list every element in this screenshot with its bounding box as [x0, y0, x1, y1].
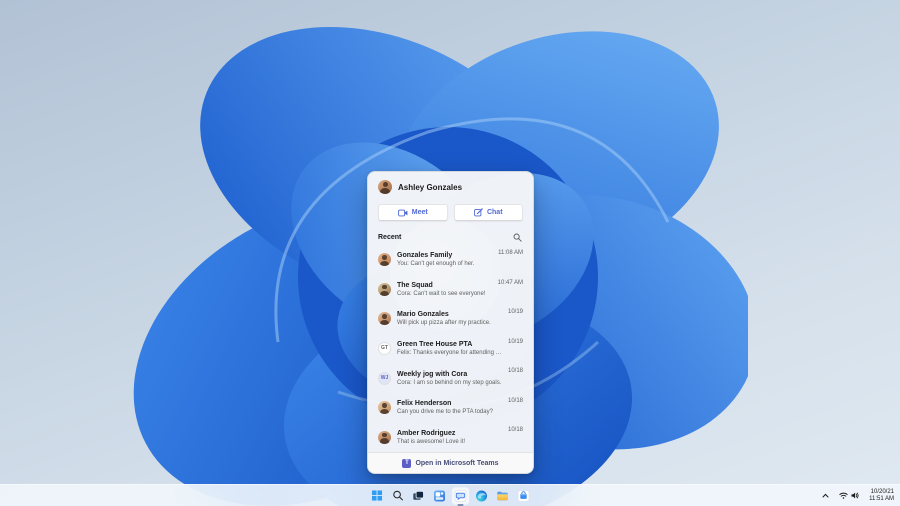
- wifi-icon: [839, 492, 848, 499]
- conversation-preview: That is awesome! Love it!: [397, 438, 466, 445]
- conversation-name: Weekly jog with Cora: [397, 370, 468, 378]
- meet-button[interactable]: Meet: [378, 204, 448, 221]
- avatar: [378, 401, 391, 415]
- conversation-preview: Cora: I am so behind on my step goals.: [397, 379, 502, 386]
- avatar: [378, 312, 391, 326]
- conversation-time: 10/19: [507, 338, 523, 345]
- conversation-the-squad[interactable]: The Squad Cora: Can't wait to see everyo…: [368, 275, 533, 305]
- conversation-time: 10/18: [507, 368, 523, 375]
- search-button[interactable]: [512, 232, 523, 243]
- recent-label: Recent: [378, 234, 402, 241]
- recent-header: Recent: [368, 229, 533, 245]
- conversation-time: 10/19: [507, 309, 523, 316]
- volume-icon: [851, 492, 859, 499]
- task-view-icon: [413, 490, 424, 500]
- conversation-time: 10/18: [507, 427, 523, 434]
- avatar-initials: GT: [381, 345, 388, 352]
- action-buttons: Meet Chat: [368, 199, 533, 229]
- camera-icon: [397, 209, 408, 216]
- chevron-up-icon: [822, 493, 829, 498]
- conversation-time: 10:47 AM: [497, 279, 523, 286]
- active-app-indicator: [457, 503, 464, 506]
- open-in-teams-label: Open in Microsoft Teams: [415, 459, 499, 467]
- user-name: Ashley Gonzales: [398, 182, 463, 192]
- teams-chat-button[interactable]: [451, 486, 470, 506]
- store-button[interactable]: [515, 487, 533, 505]
- search-icon: [392, 490, 403, 501]
- conversation-preview: Will pick up pizza after my practice.: [397, 320, 491, 327]
- file-explorer-button[interactable]: [494, 487, 512, 505]
- conversation-preview: Cora: Can't wait to see everyone!: [397, 290, 486, 297]
- conversation-felix-henderson[interactable]: Felix Henderson Can you drive me to the …: [368, 393, 533, 423]
- store-icon: [517, 489, 530, 502]
- open-in-teams-button[interactable]: T Open in Microsoft Teams: [368, 452, 533, 473]
- tray-date: 10/20/21: [870, 488, 894, 495]
- conversation-amber-rodriguez[interactable]: Amber Rodriguez That is awesome! Love it…: [368, 422, 533, 452]
- avatar: [378, 282, 391, 296]
- conversation-name: Green Tree House PTA: [397, 341, 473, 349]
- system-tray: 10/20/21 11:51 AM: [819, 485, 897, 506]
- conversation-name: Felix Henderson: [397, 400, 452, 408]
- start-button[interactable]: [368, 487, 386, 505]
- task-view-button[interactable]: [410, 487, 428, 505]
- tray-time: 11:51 AM: [869, 495, 894, 502]
- widgets-button[interactable]: [431, 487, 449, 505]
- taskbar-center-icons: [368, 485, 533, 506]
- teams-chat-flyout: Ashley Gonzales Meet Chat Recent Gonzale…: [367, 171, 534, 474]
- chat-button[interactable]: Chat: [453, 204, 523, 221]
- conversation-preview: Felix: Thanks everyone for attending tod…: [397, 350, 502, 357]
- chat-button-label: Chat: [486, 209, 503, 216]
- meet-button-label: Meet: [411, 209, 428, 216]
- edge-icon: [476, 490, 487, 501]
- avatar: [378, 253, 391, 267]
- file-explorer-icon: [497, 491, 508, 500]
- user-avatar[interactable]: [378, 180, 392, 194]
- search-icon: [513, 233, 522, 242]
- flyout-header: Ashley Gonzales: [368, 172, 533, 199]
- compose-icon: [474, 208, 483, 217]
- conversation-green-tree-house-pta[interactable]: GT Green Tree House PTA Felix: Thanks ev…: [368, 334, 533, 364]
- conversation-preview: Can you drive me to the PTA today?: [397, 409, 493, 416]
- avatar: WJ: [378, 371, 391, 385]
- conversation-name: Gonzales Family: [397, 252, 453, 260]
- taskbar-search-button[interactable]: [389, 487, 407, 505]
- taskbar: 10/20/21 11:51 AM: [0, 484, 900, 506]
- conversation-name: The Squad: [397, 281, 433, 289]
- tray-show-hidden-icons-button[interactable]: [819, 491, 832, 500]
- conversation-time: 11:08 AM: [498, 250, 523, 256]
- avatar: GT: [378, 342, 391, 356]
- conversation-weekly-jog[interactable]: WJ Weekly jog with Cora Cora: I am so be…: [368, 363, 533, 393]
- edge-button[interactable]: [473, 487, 491, 505]
- conversation-list: Gonzales Family You: Can't get enough of…: [368, 245, 533, 452]
- avatar: [378, 430, 391, 444]
- conversation-preview: You: Can't get enough of her.: [397, 261, 475, 268]
- conversation-gonzales-family[interactable]: Gonzales Family You: Can't get enough of…: [368, 245, 533, 275]
- conversation-time: 10/18: [507, 397, 523, 404]
- conversation-mario-gonzales[interactable]: Mario Gonzales Will pick up pizza after …: [368, 304, 533, 334]
- windows-logo-icon: [371, 490, 382, 501]
- teams-icon: T: [402, 458, 412, 468]
- teams-chat-icon: [454, 489, 467, 502]
- tray-network-volume-button[interactable]: [836, 490, 862, 501]
- taskbar-clock[interactable]: 10/20/21 11:51 AM: [866, 487, 897, 505]
- conversation-name: Mario Gonzales: [397, 311, 449, 319]
- conversation-name: Amber Rodriguez: [397, 429, 456, 437]
- widgets-icon: [434, 490, 445, 501]
- avatar-initials: WJ: [380, 374, 389, 381]
